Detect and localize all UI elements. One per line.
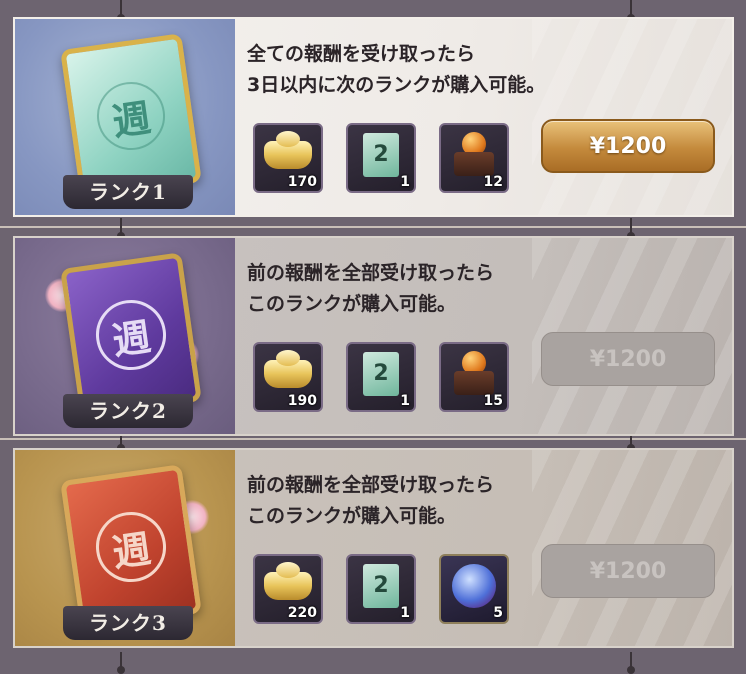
rank-label: ランク2	[63, 394, 193, 428]
rank-badge-panel: 週 ランク1	[15, 19, 265, 215]
weekly-glyph: 週	[91, 507, 171, 587]
description-line-2: このランクが購入可能。	[247, 293, 457, 315]
rank-badge-panel: 週 ランク3	[15, 450, 265, 646]
crystal-icon	[452, 563, 496, 608]
hanger-ornament	[117, 0, 125, 22]
weekly-glyph: 週	[91, 295, 171, 375]
reward-item-slot[interactable]: 5	[439, 554, 509, 624]
description-line-2: 3日以内に次のランクが購入可能。	[247, 74, 546, 96]
reward-item-slot[interactable]: 12	[439, 123, 509, 193]
divider	[0, 226, 746, 228]
item-quantity: 15	[483, 393, 503, 409]
tier-description: 前の報酬を全部受け取ったら このランクが購入可能。	[247, 470, 494, 532]
divider	[0, 438, 746, 440]
reward-item-slot[interactable]: 2 1	[346, 123, 416, 193]
rank-label: ランク3	[63, 606, 193, 640]
purchase-button[interactable]: ¥1200	[541, 119, 715, 173]
reward-item-slot[interactable]: 2 1	[346, 342, 416, 412]
item-quantity: 12	[483, 174, 503, 190]
ticket-icon: 2	[363, 563, 399, 608]
reward-item-slot[interactable]: 190	[253, 342, 323, 412]
weekly-book-icon: 週	[60, 464, 202, 630]
purchase-button[interactable]: ¥1200	[541, 332, 715, 386]
item-quantity: 1	[400, 393, 410, 409]
decorative-stripes	[532, 19, 732, 215]
tier-card-rank2: 週 ランク2 前の報酬を全部受け取ったら このランクが購入可能。 190 2 1…	[13, 236, 734, 436]
ticket-icon: 2	[363, 132, 399, 177]
item-quantity: 220	[287, 605, 317, 621]
rank-badge-panel: 週 ランク2	[15, 238, 265, 434]
weekly-book-icon: 週	[60, 33, 202, 199]
hanger-ornament	[117, 218, 125, 240]
reward-item-slot[interactable]: 220	[253, 554, 323, 624]
reward-item-slot[interactable]: 2 1	[346, 554, 416, 624]
hanger-ornament	[627, 652, 635, 674]
item-quantity: 1	[400, 174, 410, 190]
tier-description: 前の報酬を全部受け取ったら このランクが購入可能。	[247, 258, 494, 320]
item-quantity: 170	[287, 174, 317, 190]
weekly-glyph: 週	[92, 77, 170, 155]
item-quantity: 1	[400, 605, 410, 621]
description-line-1: 前の報酬を全部受け取ったら	[247, 474, 495, 496]
hanger-ornament	[627, 0, 635, 22]
hanger-ornament	[627, 218, 635, 240]
orb-stand-icon	[454, 350, 494, 397]
hanger-ornament	[117, 652, 125, 674]
tier-card-rank3: 週 ランク3 前の報酬を全部受け取ったら このランクが購入可能。 220 2 1…	[13, 448, 734, 648]
purchase-button[interactable]: ¥1200	[541, 544, 715, 598]
rank-label: ランク1	[63, 175, 193, 209]
weekly-book-icon: 週	[60, 252, 202, 418]
reward-item-slot[interactable]: 15	[439, 342, 509, 412]
gold-ingot-icon	[264, 349, 312, 388]
tier-card-rank1: 週 ランク1 全ての報酬を受け取ったら 3日以内に次のランクが購入可能。 170…	[13, 17, 734, 217]
reward-item-slot[interactable]: 170	[253, 123, 323, 193]
ticket-icon: 2	[363, 351, 399, 396]
item-quantity: 190	[287, 393, 317, 409]
item-quantity: 5	[493, 605, 503, 621]
orb-stand-icon	[454, 131, 494, 178]
description-line-2: このランクが購入可能。	[247, 505, 457, 527]
gold-ingot-icon	[264, 561, 312, 600]
tier-description: 全ての報酬を受け取ったら 3日以内に次のランクが購入可能。	[247, 39, 545, 101]
gold-ingot-icon	[264, 130, 312, 169]
description-line-1: 前の報酬を全部受け取ったら	[247, 262, 495, 284]
description-line-1: 全ての報酬を受け取ったら	[247, 43, 476, 65]
